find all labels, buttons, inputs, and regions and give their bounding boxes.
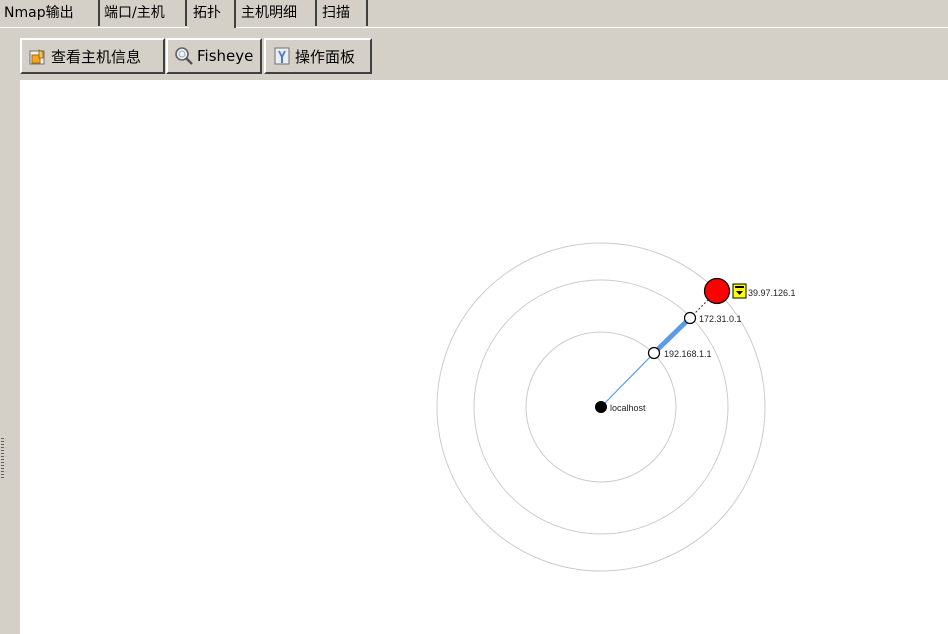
topology-canvas[interactable]: localhost 192.168.1.1 172.31.0.1 39.97.1…: [20, 80, 948, 634]
fisheye-button[interactable]: Fisheye: [166, 38, 262, 74]
tab-bar: Nmap输出 端口/主机 拓扑 主机明细 扫描: [0, 0, 948, 28]
node-39-97-126-1[interactable]: 39.97.126.1: [703, 277, 796, 305]
node-label-172-31-0-1: 172.31.0.1: [699, 314, 742, 324]
node-192-168-1-1[interactable]: 192.168.1.1: [647, 346, 712, 360]
topology-toolbar: 查看主机信息 Fisheye 操作面板: [20, 36, 948, 76]
host-info-label: 查看主机信息: [51, 47, 142, 66]
control-panel-button[interactable]: 操作面板: [264, 38, 372, 74]
firewall-badge-icon: [732, 283, 747, 299]
host-info-icon: [28, 46, 48, 66]
pane-border: [9, 28, 20, 634]
toolbox-icon: [272, 46, 292, 66]
router-node-dot[interactable]: [647, 346, 661, 360]
tab-ports-hosts[interactable]: 端口/主机: [100, 0, 187, 26]
control-panel-label: 操作面板: [295, 47, 356, 66]
node-label-localhost: localhost: [610, 403, 646, 413]
tab-host-details[interactable]: 主机明细: [237, 0, 317, 26]
tab-nmap-output[interactable]: Nmap输出: [0, 0, 100, 26]
node-label-39-97-126-1: 39.97.126.1: [748, 288, 796, 298]
tab-topology[interactable]: 拓扑: [189, 0, 236, 28]
localhost-dot[interactable]: [595, 401, 607, 413]
link-localhost-192-168-1-1: [600, 352, 655, 408]
target-host-dot[interactable]: [703, 277, 731, 305]
link-192-168-1-1-172-31-0-1: [652, 316, 692, 355]
magnifier-icon: [174, 46, 194, 66]
host-info-button[interactable]: 查看主机信息: [20, 38, 165, 74]
tab-scans[interactable]: 扫描: [318, 0, 368, 26]
node-172-31-0-1[interactable]: 172.31.0.1: [683, 311, 742, 325]
topology-graph[interactable]: localhost 192.168.1.1 172.31.0.1 39.97.1…: [20, 80, 948, 634]
splitter-grip-icon[interactable]: [1, 438, 4, 480]
fisheye-label: Fisheye: [197, 47, 254, 65]
node-localhost[interactable]: localhost: [595, 401, 646, 413]
router-node-dot[interactable]: [683, 311, 697, 325]
node-label-192-168-1-1: 192.168.1.1: [664, 349, 712, 359]
